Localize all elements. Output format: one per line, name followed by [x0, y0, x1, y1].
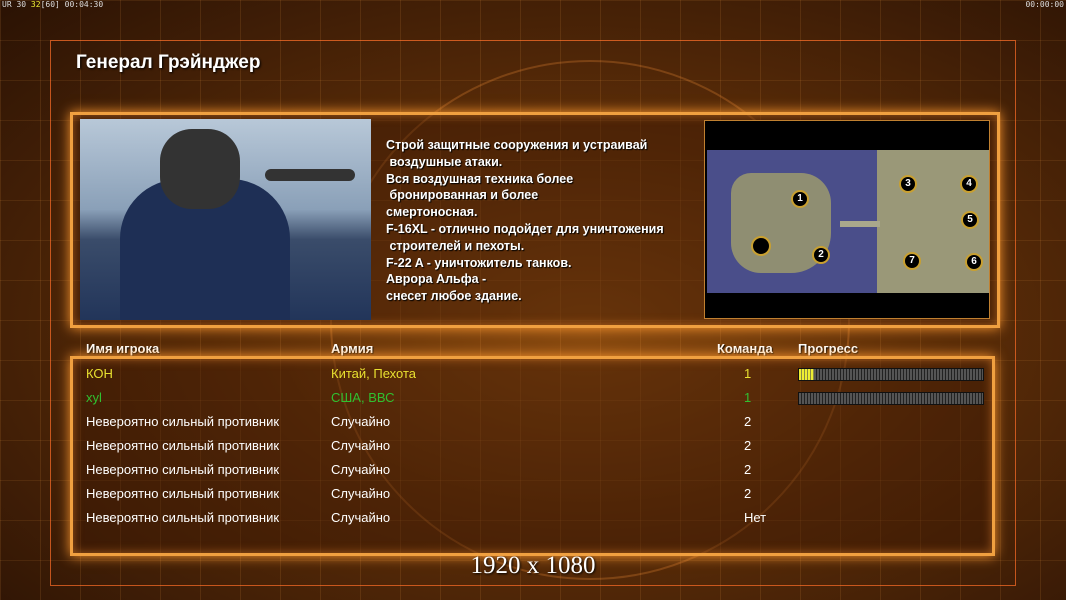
hud-stats: UR 30 32[60] 00:04:30 [2, 0, 104, 9]
progress-bar [798, 368, 984, 381]
start-position-5: 5 [961, 211, 979, 229]
header-player-name: Имя игрока [86, 341, 160, 356]
header-progress: Прогресс [798, 341, 859, 356]
player-name: Невероятно сильный противник [86, 414, 280, 429]
player-name: xyl [86, 390, 102, 405]
general-portrait [80, 119, 371, 320]
player-army: Случайно [331, 414, 391, 429]
player-name: Невероятно сильный противник [86, 438, 280, 453]
table-row: xyl США, ВВС 1 [86, 390, 986, 412]
header-team: Команда [717, 341, 773, 356]
occupied-start-position [751, 236, 771, 256]
player-army: Китай, Пехота [331, 366, 416, 381]
table-row: Невероятно сильный противник Случайно Не… [86, 510, 986, 532]
player-army: Случайно [331, 510, 391, 525]
table-row: Невероятно сильный противник Случайно 2 [86, 486, 986, 508]
start-position-4: 4 [960, 175, 978, 193]
table-row: Невероятно сильный противник Случайно 2 [86, 462, 986, 484]
start-position-6: 6 [965, 253, 983, 271]
player-army: США, ВВС [331, 390, 395, 405]
resolution-label: 1920 x 1080 [470, 552, 596, 579]
player-team: 2 [744, 438, 752, 453]
player-army: Случайно [331, 486, 391, 501]
table-row: КОН Китай, Пехота 1 [86, 366, 986, 388]
player-team: Нет [744, 510, 767, 525]
table-row: Невероятно сильный противник Случайно 2 [86, 414, 986, 436]
player-name: Невероятно сильный противник [86, 510, 280, 525]
player-army: Случайно [331, 438, 391, 453]
player-name: Невероятно сильный противник [86, 486, 280, 501]
hud-timer: 00:00:00 [1025, 0, 1064, 9]
player-team: 2 [744, 414, 752, 429]
general-description: Строй защитные сооружения и устраивай во… [386, 138, 664, 304]
player-team: 1 [744, 366, 752, 381]
start-position-7: 7 [903, 252, 921, 270]
player-army: Случайно [331, 462, 391, 477]
player-name: Невероятно сильный противник [86, 462, 280, 477]
table-row: Невероятно сильный противник Случайно 2 [86, 438, 986, 460]
player-team: 2 [744, 462, 752, 477]
start-position-3: 3 [899, 175, 917, 193]
page-title: Генерал Грэйнджер [76, 52, 261, 73]
player-team: 1 [744, 390, 752, 405]
progress-bar [798, 392, 984, 405]
player-name: КОН [86, 366, 113, 381]
minimap: 1 2 3 4 5 6 7 [704, 120, 990, 319]
header-army: Армия [331, 341, 374, 356]
player-team: 2 [744, 486, 752, 501]
start-position-1: 1 [791, 190, 809, 208]
start-position-2: 2 [812, 246, 830, 264]
